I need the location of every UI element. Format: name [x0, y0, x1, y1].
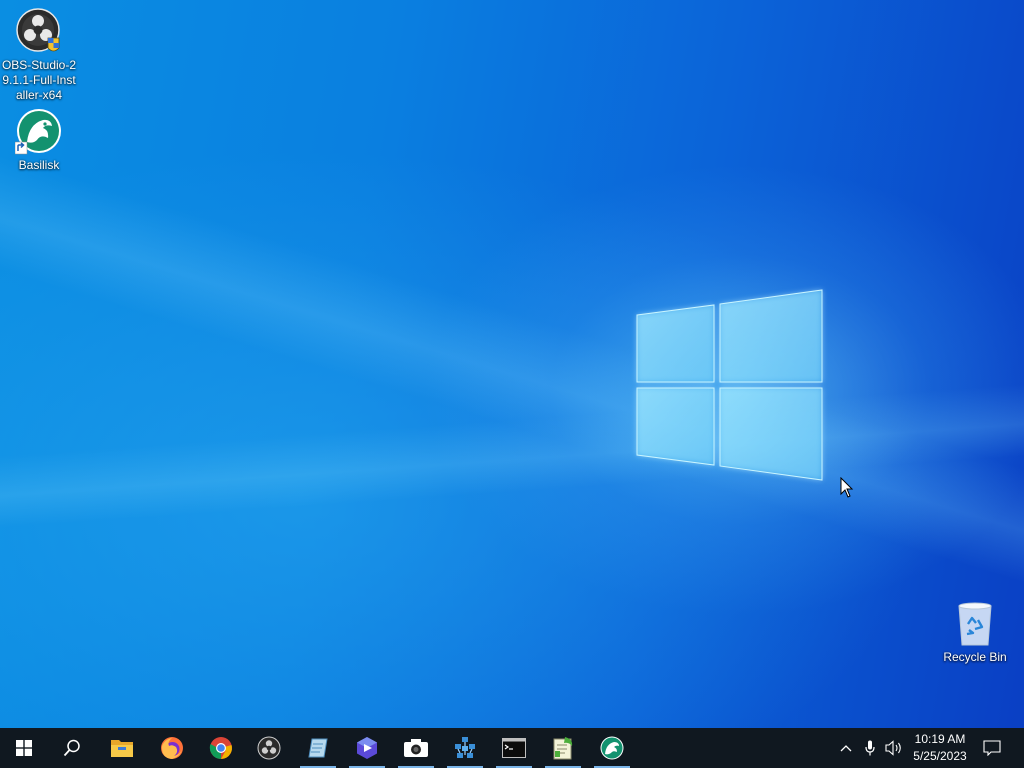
taskbar-media-player[interactable]: [343, 728, 391, 768]
file-explorer-icon: [111, 740, 133, 757]
start-button[interactable]: [0, 728, 48, 768]
obs-installer-icon: [15, 8, 63, 56]
desktop-icon-basilisk[interactable]: Basilisk: [0, 108, 79, 173]
terminal-icon: [502, 738, 526, 758]
microphone-icon: [865, 740, 875, 756]
taskbar-terminal[interactable]: [490, 728, 538, 768]
notification-icon: [983, 740, 1001, 756]
taskbar-obs[interactable]: [245, 728, 293, 768]
windows-start-icon: [16, 740, 32, 756]
notepad-plus-icon: [553, 737, 573, 760]
chrome-icon: [209, 737, 232, 759]
clock-time: 10:19 AM: [914, 732, 966, 746]
taskbar-clock[interactable]: 10:19 AM 5/25/2023: [905, 728, 975, 768]
desktop-icon-recycle-bin[interactable]: Recycle Bin: [935, 600, 1015, 665]
action-center-button[interactable]: [978, 728, 1006, 768]
basilisk-icon: [600, 736, 624, 760]
taskbar: 10:19 AM 5/25/2023: [0, 728, 1024, 768]
light-beam-upper: [0, 0, 1024, 728]
taskbar-file-explorer[interactable]: [98, 728, 146, 768]
desktop-icon-obs-installer[interactable]: OBS-Studio-29.1.1-Full-Installer-x64: [0, 8, 79, 103]
notes-app-icon: [308, 738, 328, 758]
taskbar-network-tool[interactable]: [441, 728, 489, 768]
search-icon: [63, 739, 80, 757]
show-hidden-icons-button[interactable]: [836, 728, 856, 768]
taskbar-camera[interactable]: [392, 728, 440, 768]
taskbar-chrome[interactable]: [197, 728, 245, 768]
taskbar-notepad-plus[interactable]: [539, 728, 587, 768]
chevron-up-icon: [840, 745, 852, 752]
network-tool-icon: [455, 737, 475, 758]
wallpaper-windows-logo: [636, 289, 823, 481]
desktop-icon-label: OBS-Studio-29.1.1-Full-Installer-x64: [1, 58, 77, 102]
search-button[interactable]: [48, 728, 96, 768]
firefox-icon: [161, 737, 183, 759]
basilisk-icon: [14, 108, 63, 156]
mouse-cursor-icon: [840, 477, 854, 498]
volume-icon: [885, 740, 901, 756]
light-beam-lower: [0, 0, 1024, 728]
desktop-icon-label: Recycle Bin: [943, 650, 1007, 664]
clock-date: 5/25/2023: [913, 749, 967, 763]
camera-screenshot-icon: [404, 739, 428, 757]
desktop-icon-label: Basilisk: [18, 158, 60, 172]
media-player-icon: [357, 737, 377, 759]
taskbar-basilisk[interactable]: [588, 728, 636, 768]
obs-icon: [257, 736, 281, 760]
volume-button[interactable]: [882, 728, 906, 768]
desktop[interactable]: OBS-Studio-29.1.1-Full-Installer-x64 Bas…: [0, 0, 1024, 728]
recycle-bin-icon: [951, 600, 999, 648]
taskbar-notes-app[interactable]: [294, 728, 342, 768]
microphone-button[interactable]: [860, 728, 880, 768]
taskbar-firefox[interactable]: [148, 728, 196, 768]
